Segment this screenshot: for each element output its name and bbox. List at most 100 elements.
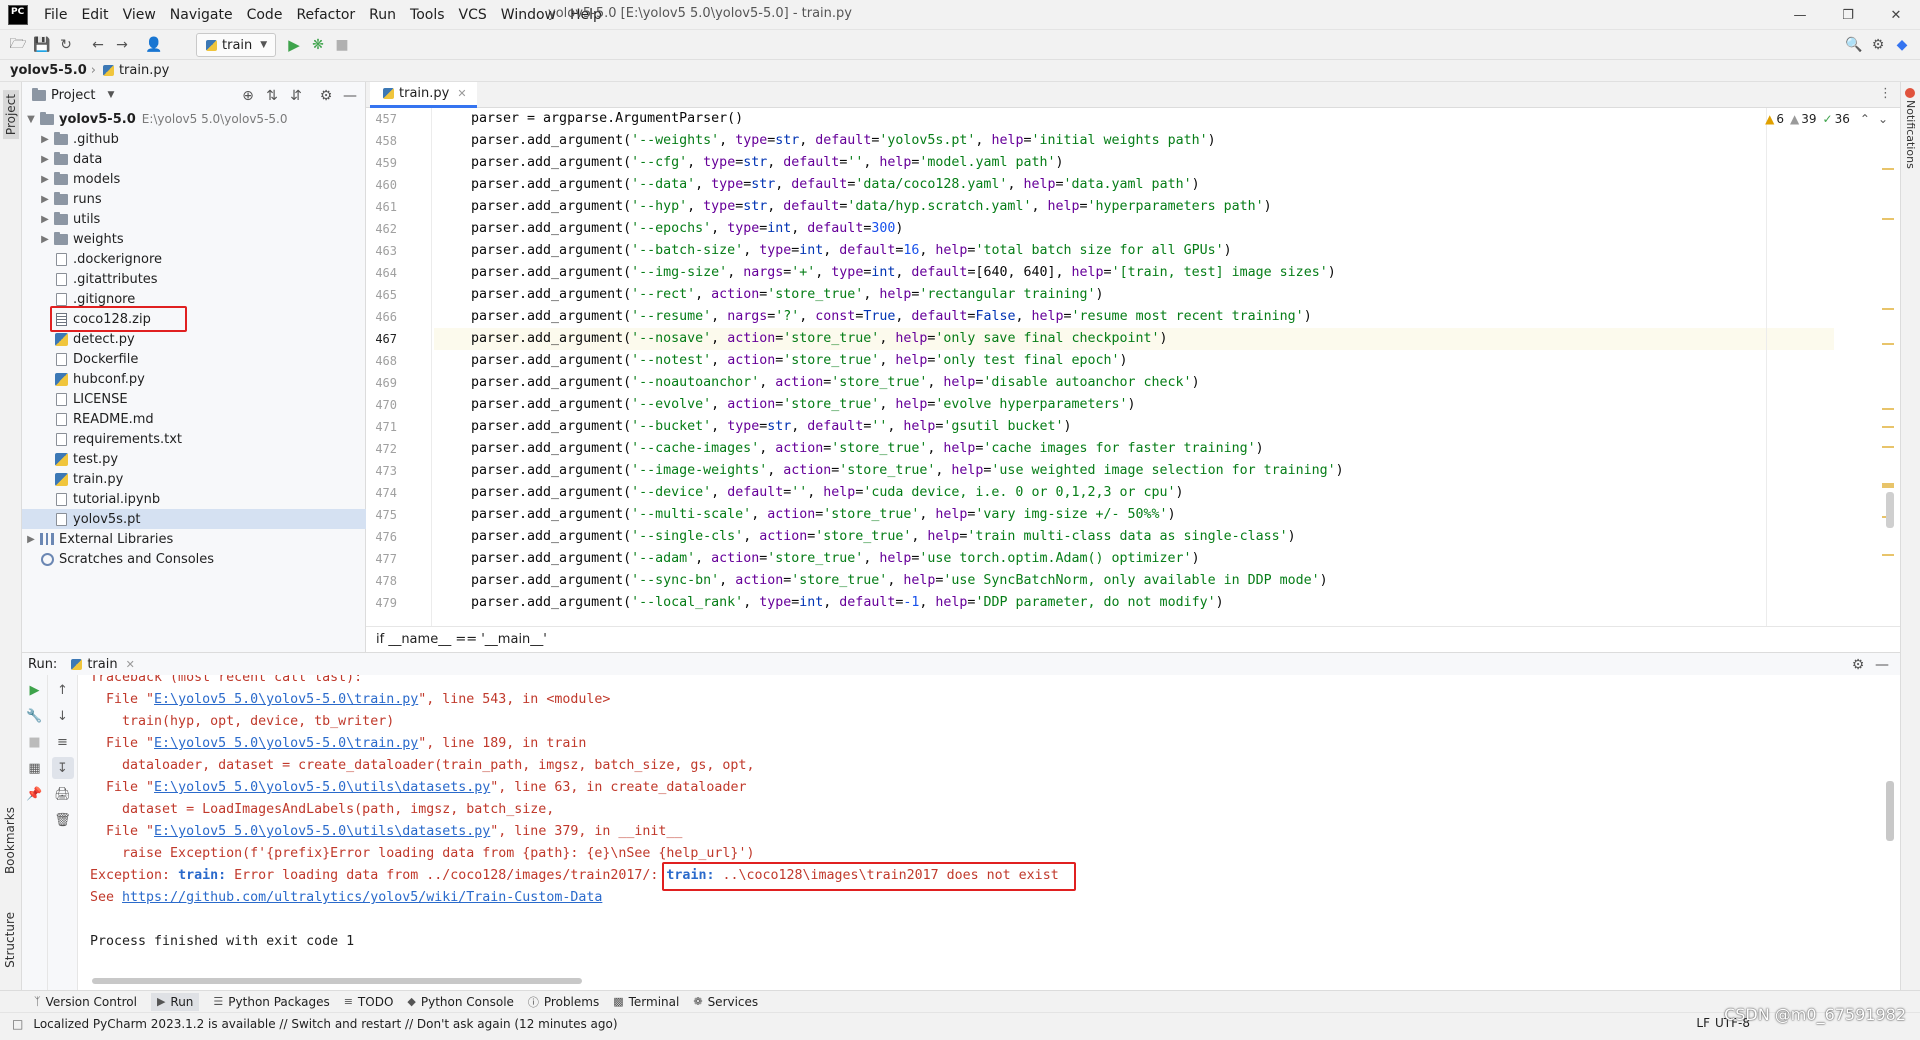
warning-marker[interactable] bbox=[1882, 218, 1894, 220]
tree-item-test-py[interactable]: test.py bbox=[22, 449, 366, 469]
editor-breadcrumb-label[interactable]: if __name__ == '__main__' bbox=[376, 632, 547, 647]
warning-marker[interactable] bbox=[1882, 343, 1894, 345]
tree-item-weights[interactable]: ▶ weights bbox=[22, 229, 366, 249]
tree-item-gitattributes[interactable]: .gitattributes bbox=[22, 269, 366, 289]
menu-refactor[interactable]: Refactor bbox=[296, 7, 355, 23]
trash-icon[interactable]: 🗑 bbox=[52, 809, 74, 831]
sync-icon[interactable]: ↻ bbox=[54, 33, 78, 57]
code-area[interactable]: parser = argparse.ArgumentParser() parse… bbox=[434, 108, 1834, 626]
panel-settings-gear-icon[interactable]: ⚙ bbox=[314, 84, 338, 108]
back-icon[interactable]: ← bbox=[86, 33, 110, 57]
run-panel-settings-gear-icon[interactable]: ⚙ bbox=[1846, 653, 1870, 677]
run-tab-train[interactable]: train bbox=[87, 657, 117, 672]
inspection-widget[interactable]: ▲ 6 ▲ 39 ✓ 36 ⌃ ⌄ bbox=[1765, 112, 1888, 126]
line-separator[interactable]: LF bbox=[1696, 1016, 1710, 1030]
menu-tools[interactable]: Tools bbox=[410, 7, 445, 23]
layout-icon[interactable]: ▦ bbox=[24, 757, 46, 779]
structure-tool-tab[interactable]: Structure bbox=[3, 912, 17, 968]
tree-item-readme[interactable]: README.md bbox=[22, 409, 366, 429]
chevron-right-icon[interactable]: ▶ bbox=[38, 134, 52, 145]
tab-services[interactable]: ❁ Services bbox=[693, 995, 758, 1009]
tree-item-dockerfile[interactable]: Dockerfile bbox=[22, 349, 366, 369]
tree-item-models[interactable]: ▶ models bbox=[22, 169, 366, 189]
chevron-right-icon[interactable]: ▶ bbox=[38, 234, 52, 245]
arrow-down-icon[interactable]: ↓ bbox=[52, 705, 74, 727]
locate-file-icon[interactable]: ⊕ bbox=[236, 84, 260, 108]
chevron-down-icon[interactable]: ▼ bbox=[107, 90, 114, 100]
status-message[interactable]: Localized PyCharm 2023.1.2 is available … bbox=[33, 1017, 617, 1031]
menu-edit[interactable]: Edit bbox=[81, 7, 108, 23]
more-options-icon[interactable]: ⋮ bbox=[1879, 86, 1892, 101]
console-vertical-scrollbar[interactable] bbox=[1886, 781, 1894, 841]
collapse-all-icon[interactable]: ⇵ bbox=[284, 84, 308, 108]
tree-item-runs[interactable]: ▶ runs bbox=[22, 189, 366, 209]
chevron-right-icon[interactable]: ▶ bbox=[38, 154, 52, 165]
scroll-to-end-icon[interactable]: ↧ bbox=[51, 757, 74, 779]
tree-item-utils[interactable]: ▶ utils bbox=[22, 209, 366, 229]
file-link[interactable]: E:\yolov5 5.0\yolov5-5.0\utils\datasets.… bbox=[154, 824, 490, 839]
stop-icon[interactable]: ■ bbox=[24, 731, 46, 753]
chevron-down-icon[interactable]: ▼ bbox=[24, 114, 38, 125]
warning-marker[interactable] bbox=[1882, 446, 1894, 448]
chevron-right-icon[interactable]: ▶ bbox=[38, 214, 52, 225]
search-icon[interactable]: 🔍 bbox=[1842, 33, 1866, 57]
file-link[interactable]: E:\yolov5 5.0\yolov5-5.0\utils\datasets.… bbox=[154, 780, 490, 795]
editor-tab-train-py[interactable]: train.py ✕ bbox=[370, 82, 477, 108]
menu-navigate[interactable]: Navigate bbox=[170, 7, 233, 23]
file-link[interactable]: E:\yolov5 5.0\yolov5-5.0\train.py bbox=[154, 736, 418, 751]
tab-run[interactable]: ▶ Run bbox=[150, 992, 200, 1011]
chevron-right-icon[interactable]: ▶ bbox=[38, 174, 52, 185]
menu-file[interactable]: File bbox=[44, 7, 67, 23]
chevron-right-icon[interactable]: ▶ bbox=[24, 534, 38, 545]
close-tab-icon[interactable]: ✕ bbox=[457, 87, 466, 100]
bookmarks-tool-tab[interactable]: Bookmarks bbox=[3, 807, 17, 874]
rerun-icon[interactable]: ▶ bbox=[24, 679, 46, 701]
tree-root[interactable]: ▼ yolov5-5.0 E:\yolov5 5.0\yolov5-5.0 bbox=[22, 109, 366, 129]
restore-icon[interactable]: ❐ bbox=[1824, 0, 1872, 30]
nav-file[interactable]: train.py bbox=[119, 63, 169, 78]
tree-item-detect-py[interactable]: detect.py bbox=[22, 329, 366, 349]
warning-marker[interactable] bbox=[1882, 408, 1894, 410]
menu-view[interactable]: View bbox=[123, 7, 156, 23]
tab-python-console[interactable]: ◆ Python Console bbox=[407, 995, 514, 1009]
arrow-up-icon[interactable]: ↑ bbox=[52, 679, 74, 701]
menu-vcs[interactable]: VCS bbox=[459, 7, 487, 23]
debug-icon[interactable]: ❋ bbox=[306, 33, 330, 57]
status-layout-icon[interactable]: □ bbox=[12, 1017, 23, 1031]
warning-marker[interactable] bbox=[1882, 483, 1894, 488]
tree-item-hubconf-py[interactable]: hubconf.py bbox=[22, 369, 366, 389]
tree-item-train-py[interactable]: train.py bbox=[22, 469, 366, 489]
run-icon[interactable]: ▶ bbox=[282, 33, 306, 57]
forward-icon[interactable]: → bbox=[110, 33, 134, 57]
print-icon[interactable]: 🖨 bbox=[52, 783, 74, 805]
expand-all-icon[interactable]: ⇅ bbox=[260, 84, 284, 108]
project-tool-tab[interactable]: Project bbox=[3, 90, 19, 140]
chevron-right-icon[interactable]: ▶ bbox=[38, 194, 52, 205]
notifications-tool-tab[interactable]: Notifications bbox=[1904, 100, 1917, 169]
minimize-icon[interactable]: — bbox=[1776, 0, 1824, 30]
tab-problems[interactable]: ⓘ Problems bbox=[528, 994, 599, 1010]
console-horizontal-scrollbar[interactable] bbox=[92, 978, 582, 984]
help-url-link[interactable]: https://github.com/ultralytics/yolov5/wi… bbox=[122, 890, 602, 905]
tab-version-control[interactable]: ᛉ Version Control bbox=[34, 995, 137, 1009]
error-stripe[interactable] bbox=[1878, 108, 1900, 626]
chevron-up-icon[interactable]: ⌃ bbox=[1860, 112, 1870, 126]
tree-item-yolov5s-pt[interactable]: yolov5s.pt bbox=[22, 509, 366, 529]
soft-wrap-icon[interactable]: ≡ bbox=[52, 731, 74, 753]
tree-scratches[interactable]: Scratches and Consoles bbox=[22, 549, 366, 569]
run-config-dropdown[interactable]: train ▼ bbox=[196, 33, 277, 57]
file-link[interactable]: E:\yolov5 5.0\yolov5-5.0\train.py bbox=[154, 692, 418, 707]
open-folder-icon[interactable]: 🗁 bbox=[6, 33, 30, 57]
plugin-icon[interactable]: ◆ bbox=[1890, 33, 1914, 57]
editor-scrollbar-thumb[interactable] bbox=[1886, 492, 1894, 528]
hide-panel-icon[interactable]: — bbox=[338, 84, 362, 108]
stop-icon[interactable]: ■ bbox=[330, 33, 354, 57]
save-all-icon[interactable]: 💾 bbox=[30, 33, 54, 57]
pycharm-logo-icon[interactable]: PC bbox=[8, 5, 28, 25]
tree-item-github[interactable]: ▶ .github bbox=[22, 129, 366, 149]
warning-marker[interactable] bbox=[1882, 554, 1894, 556]
project-panel-title[interactable]: Project bbox=[51, 88, 95, 103]
close-icon[interactable]: ✕ bbox=[1872, 0, 1920, 30]
close-tab-icon[interactable]: ✕ bbox=[126, 658, 135, 671]
hide-panel-icon[interactable]: — bbox=[1870, 653, 1894, 677]
